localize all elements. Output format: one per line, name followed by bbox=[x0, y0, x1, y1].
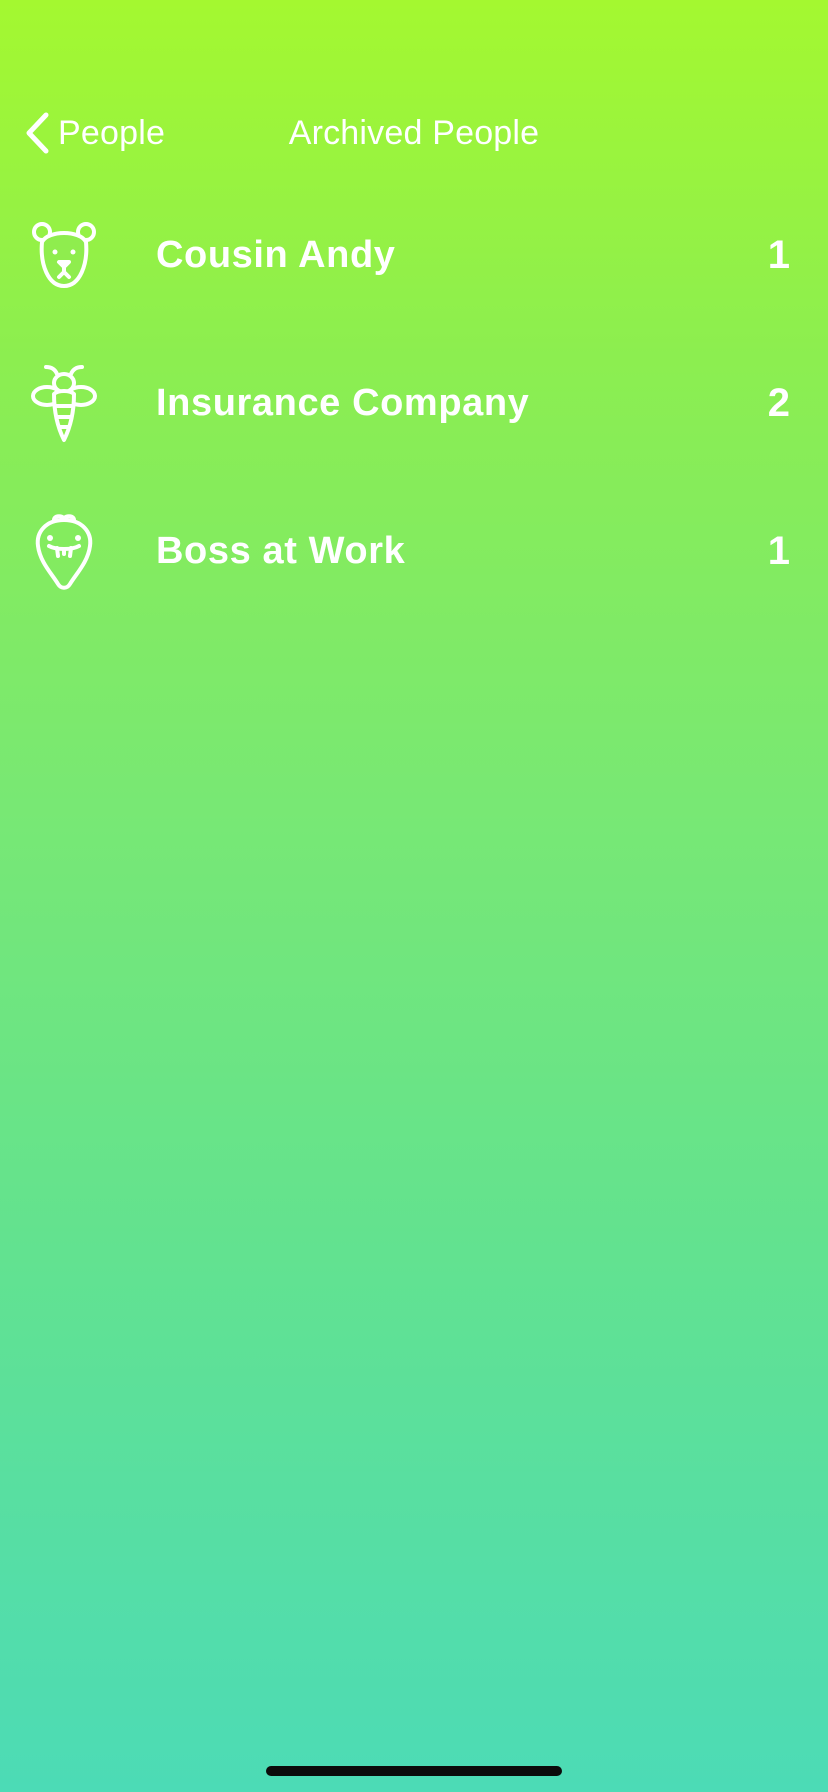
person-count: 1 bbox=[767, 233, 790, 277]
person-name: Insurance Company bbox=[156, 382, 530, 424]
snake-icon bbox=[30, 512, 98, 592]
list-item[interactable]: Insurance Company 2 bbox=[0, 340, 828, 488]
person-name: Boss at Work bbox=[156, 530, 406, 572]
person-count: 1 bbox=[767, 529, 790, 573]
bee-icon bbox=[30, 364, 98, 444]
bear-icon bbox=[30, 216, 98, 296]
home-indicator[interactable] bbox=[266, 1766, 562, 1776]
navigation-bar: People Archived People bbox=[0, 100, 828, 166]
list-item[interactable]: Boss at Work 1 bbox=[0, 488, 828, 636]
list-item[interactable]: Cousin Andy 1 bbox=[0, 192, 828, 340]
person-count: 2 bbox=[767, 381, 790, 425]
page-title: Archived People bbox=[288, 114, 540, 152]
archived-people-list: Cousin Andy 1 Insurance Company 2 Boss a… bbox=[0, 192, 828, 636]
person-name: Cousin Andy bbox=[156, 234, 396, 276]
